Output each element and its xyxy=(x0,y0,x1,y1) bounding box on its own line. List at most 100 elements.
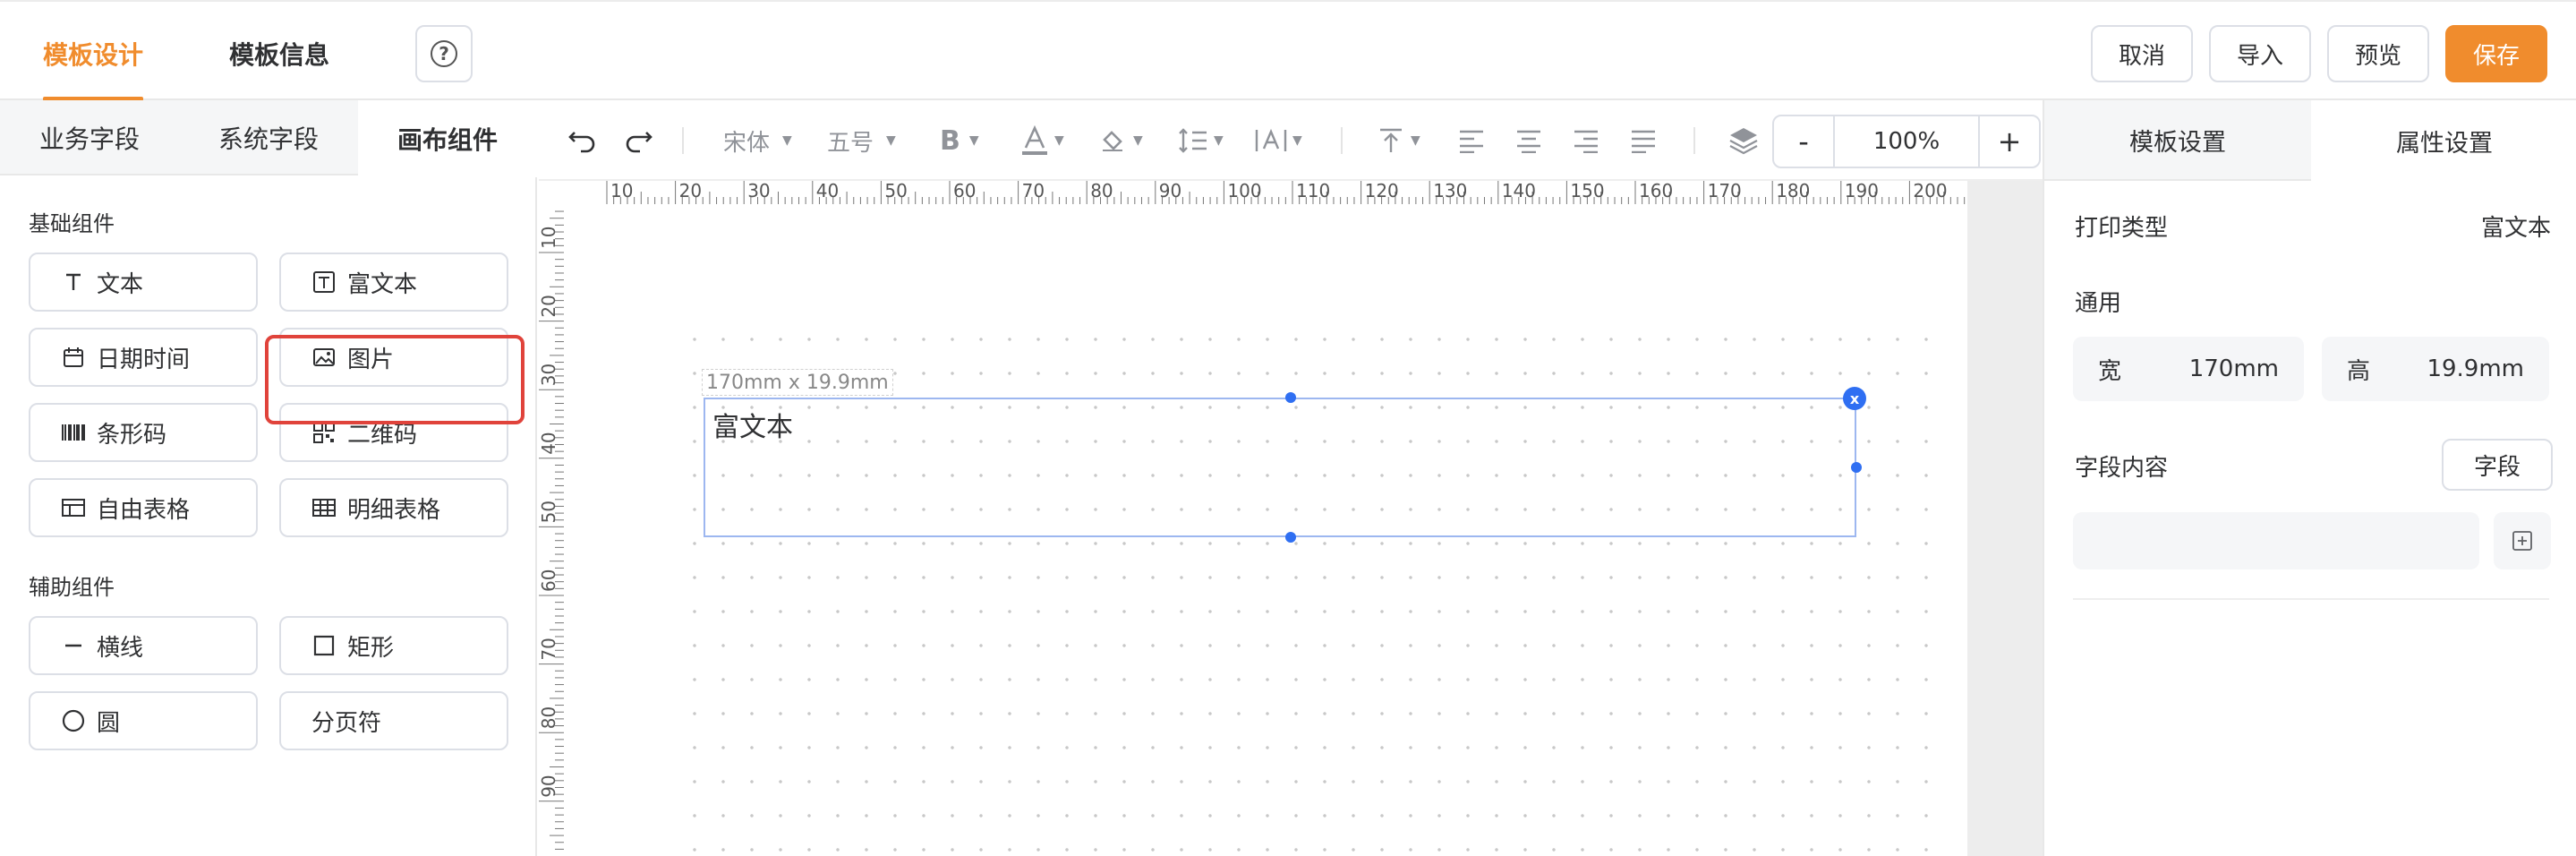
redo-icon[interactable] xyxy=(623,122,653,159)
height-field[interactable]: 高 19.9mm xyxy=(2322,337,2549,401)
line-icon xyxy=(61,633,86,658)
ruler-label: 110 xyxy=(1296,181,1330,201)
element-size-label: 170mm x 19.9mm xyxy=(702,369,893,396)
layers-icon[interactable] xyxy=(1727,122,1760,159)
component-label: 自由表格 xyxy=(97,496,191,524)
ruler-label: 100 xyxy=(1227,181,1261,201)
ruler-label: 130 xyxy=(1433,181,1467,201)
ruler-label: 80 xyxy=(539,706,559,729)
preview-button[interactable]: 预览 xyxy=(2327,25,2429,82)
component-text[interactable]: 文本 xyxy=(29,253,258,312)
print-type-value: 富文本 xyxy=(2481,215,2552,242)
component-free-table[interactable]: 自由表格 xyxy=(29,478,258,537)
font-size-value: 五号 xyxy=(827,129,874,157)
close-icon: x xyxy=(1849,389,1860,407)
field-content-input[interactable] xyxy=(2073,512,2479,569)
component-panel: 业务字段 系统字段 画布组件 基础组件 文本 富文本 日期时间 图片 条形码 二… xyxy=(0,100,537,856)
zoom-out-button[interactable]: - xyxy=(1774,116,1833,167)
cancel-button[interactable]: 取消 xyxy=(2091,25,2193,82)
ruler-label: 10 xyxy=(539,227,559,249)
rich-text-content[interactable]: 富文本 xyxy=(712,405,793,444)
component-rectangle[interactable]: 矩形 xyxy=(279,616,508,675)
component-horizontal-line[interactable]: 横线 xyxy=(29,616,258,675)
ruler-label: 190 xyxy=(1845,181,1879,201)
align-right-icon[interactable] xyxy=(1572,122,1600,159)
vertical-ruler: 10 20 30 40 50 60 70 80 90 xyxy=(539,210,564,850)
component-datetime[interactable]: 日期时间 xyxy=(29,328,258,387)
chevron-down-icon: ▼ xyxy=(1133,133,1143,148)
ruler-label: 80 xyxy=(1090,181,1113,201)
component-label: 条形码 xyxy=(97,421,167,449)
canvas-margin xyxy=(1967,181,2043,856)
undo-icon[interactable] xyxy=(567,122,598,159)
tab-canvas-components[interactable]: 画布组件 xyxy=(358,100,537,177)
selected-rich-text-element[interactable]: 富文本 xyxy=(704,398,1856,537)
font-color-icon[interactable]: ▼ xyxy=(1020,122,1064,159)
font-size-select[interactable]: 五号 ▼ xyxy=(827,122,896,159)
ruler-label: 30 xyxy=(747,181,770,201)
letter-spacing-icon[interactable]: ▼ xyxy=(1255,122,1302,159)
ruler-label: 60 xyxy=(539,569,559,592)
component-label: 文本 xyxy=(97,270,144,298)
component-rich-text[interactable]: 富文本 xyxy=(279,253,508,312)
field-button[interactable]: 字段 xyxy=(2442,439,2553,491)
ruler-label: 50 xyxy=(539,501,559,523)
vertical-align-top-icon[interactable]: ▼ xyxy=(1377,122,1420,159)
width-value[interactable]: 170mm xyxy=(2189,355,2279,382)
ruler-label: 30 xyxy=(539,364,559,386)
component-detail-table[interactable]: 明细表格 xyxy=(279,478,508,537)
canvas-grid-dots xyxy=(673,315,1944,856)
align-center-icon[interactable] xyxy=(1514,122,1543,159)
fill-color-icon[interactable]: ▼ xyxy=(1099,122,1143,159)
component-label: 横线 xyxy=(97,634,144,662)
chevron-down-icon: ▼ xyxy=(782,133,792,148)
component-page-break[interactable]: 分页符 xyxy=(279,691,508,750)
bold-icon[interactable]: B ▼ xyxy=(940,122,979,159)
question-circle-icon: ? xyxy=(431,40,457,67)
tab-template-design[interactable]: 模板设计 xyxy=(43,36,143,72)
zoom-in-button[interactable]: + xyxy=(1980,116,2039,167)
tab-property-settings[interactable]: 属性设置 xyxy=(2311,100,2576,181)
component-barcode[interactable]: 条形码 xyxy=(29,403,258,462)
align-justify-icon[interactable] xyxy=(1629,122,1658,159)
left-tab-bar: 业务字段 系统字段 画布组件 xyxy=(0,100,537,177)
horizontal-ruler: 10 20 30 40 50 60 70 80 90 100 110 120 130 140 150 160 1… xyxy=(606,181,1966,204)
font-family-value: 宋体 xyxy=(723,129,771,157)
ruler-label: 150 xyxy=(1570,181,1604,201)
line-height-icon[interactable]: ▼ xyxy=(1178,122,1224,159)
resize-handle-right[interactable] xyxy=(1851,462,1862,473)
import-button[interactable]: 导入 xyxy=(2209,25,2311,82)
design-canvas[interactable]: 10 20 30 40 50 60 70 80 90 100 110 120 130 140 150 160 1… xyxy=(539,181,2043,856)
ruler-label: 70 xyxy=(1022,181,1045,201)
tab-system-fields[interactable]: 系统字段 xyxy=(179,100,358,175)
ruler-label: 90 xyxy=(539,775,559,797)
chevron-down-icon: ▼ xyxy=(1292,133,1302,148)
resize-handle-top[interactable] xyxy=(1285,392,1296,403)
chevron-down-icon: ▼ xyxy=(1411,133,1420,148)
component-circle[interactable]: 圆 xyxy=(29,691,258,750)
chevron-down-icon: ▼ xyxy=(968,133,979,148)
ruler-label: 140 xyxy=(1502,181,1536,201)
tab-template-settings[interactable]: 模板设置 xyxy=(2044,100,2311,181)
delete-element-button[interactable]: x xyxy=(1843,387,1866,410)
add-field-button[interactable] xyxy=(2494,512,2551,569)
component-label: 分页符 xyxy=(311,709,382,737)
component-label: 富文本 xyxy=(347,270,418,298)
width-field[interactable]: 宽 170mm xyxy=(2073,337,2304,401)
tab-business-fields[interactable]: 业务字段 xyxy=(0,100,179,175)
ruler-label: 70 xyxy=(539,638,559,660)
tab-template-info[interactable]: 模板信息 xyxy=(229,36,329,72)
align-left-icon[interactable] xyxy=(1457,122,1486,159)
width-label: 宽 xyxy=(2098,357,2122,385)
calendar-icon xyxy=(61,345,86,370)
chevron-down-icon: ▼ xyxy=(1054,133,1064,148)
aux-components-title: 辅助组件 xyxy=(29,575,115,600)
print-type-label: 打印类型 xyxy=(2075,215,2169,242)
ruler-label: 60 xyxy=(953,181,976,201)
property-panel: 模板设置 属性设置 打印类型 富文本 通用 宽 170mm 高 19.9mm 字… xyxy=(2043,100,2576,856)
height-value[interactable]: 19.9mm xyxy=(2427,355,2524,382)
resize-handle-bottom[interactable] xyxy=(1285,532,1296,543)
help-button[interactable]: ? xyxy=(415,25,473,82)
font-family-select[interactable]: 宋体 ▼ xyxy=(723,122,792,159)
save-button[interactable]: 保存 xyxy=(2445,25,2547,82)
